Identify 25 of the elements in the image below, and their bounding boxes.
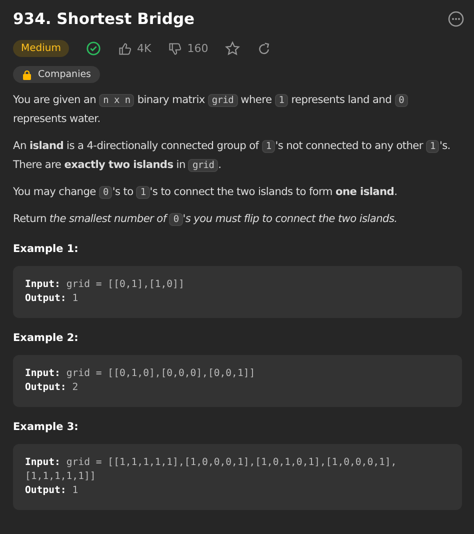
code-line: Input: grid = [[0,1],[1,0]] — [25, 278, 186, 292]
example-heading: Example 1: — [13, 243, 80, 255]
share-icon[interactable] — [257, 42, 272, 56]
lock-icon — [22, 70, 32, 80]
thumbs-down-icon — [168, 42, 182, 56]
like-button[interactable]: 4K — [118, 42, 152, 56]
code-line: Output: 1 — [25, 292, 80, 306]
example-heading: Example 3: — [13, 421, 80, 433]
description-paragraph: Return the smallest number of 0 's you must flip to connect the two islands. — [13, 212, 398, 228]
code-line: [1,1,1,1,1]] — [25, 470, 97, 484]
difficulty-badge: Medium — [13, 40, 69, 57]
description-paragraph: An island is a 4-directionally connected group of 1 's not connected to any other 1 's. There are exactly two islands in grid . — [13, 139, 452, 174]
more-icon[interactable] — [448, 11, 464, 27]
code-line: Output: 2 — [25, 381, 80, 395]
code-line: Input: grid = [[1,1,1,1,1],[1,0,0,0,1],[1,0,1,0,1],[1,0,0,0,1], — [25, 456, 398, 470]
dislike-button[interactable]: 160 — [168, 42, 208, 56]
star-icon[interactable] — [225, 41, 240, 56]
thumbs-up-icon — [118, 42, 132, 56]
code-line: Input: grid = [[0,1,0],[0,0,0],[0,0,1]] — [25, 367, 256, 381]
description-paragraph: You are given an n x n binary matrix grid where 1 represents land and 0 represents water. — [13, 91, 462, 129]
problem-title: 934. Shortest Bridge — [13, 10, 195, 28]
example-heading: Example 2: — [13, 332, 80, 344]
code-line: Output: 1 — [25, 484, 80, 498]
companies-tag[interactable]: Companies — [13, 66, 100, 83]
description-paragraph: You may change 0 's to 1 's to connect the two islands to form one island. — [13, 185, 398, 201]
